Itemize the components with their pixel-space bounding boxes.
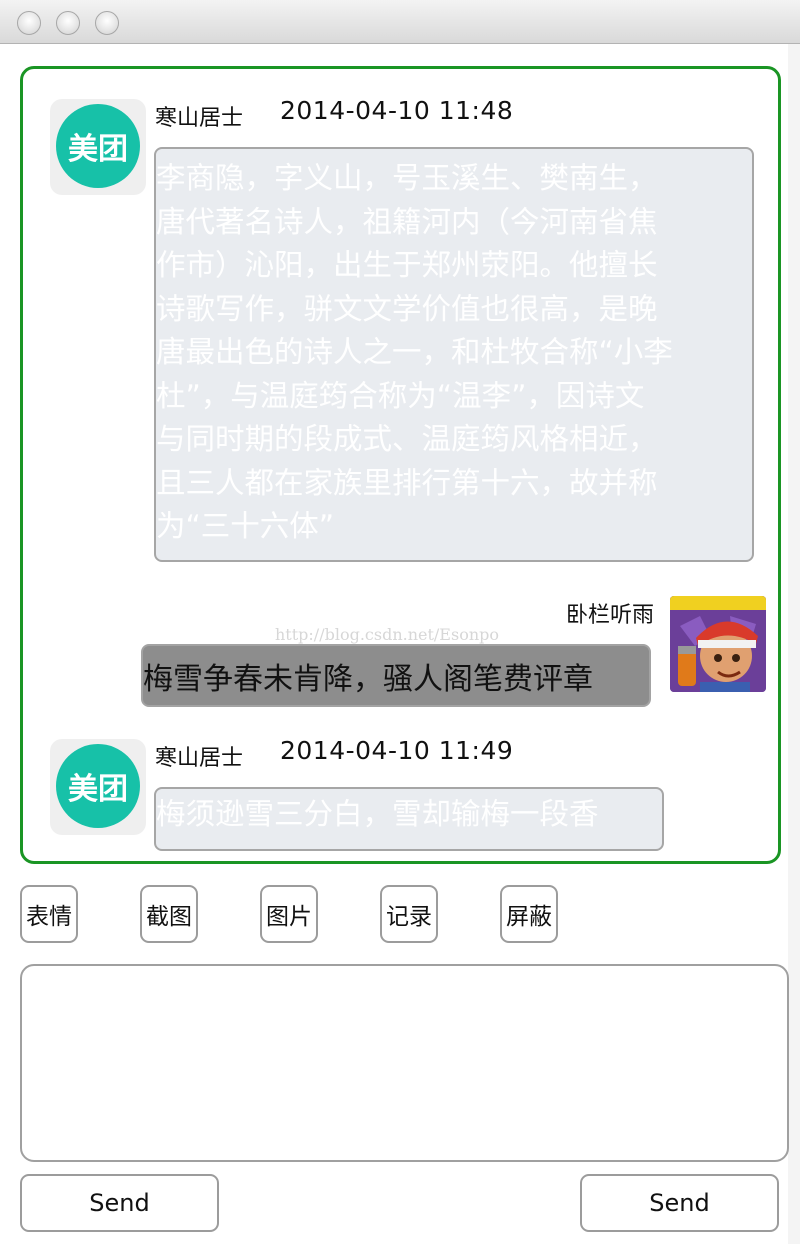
message-line: 诗歌写作，骈文文学价值也很高，是晚 <box>156 291 658 326</box>
sender-name: 寒山居士 <box>155 106 244 131</box>
send-button-right[interactable]: Send <box>580 1174 779 1232</box>
message-text: 梅须逊雪三分白，雪却输梅一段香 <box>156 797 599 831</box>
block-button[interactable]: 屏蔽 <box>500 885 558 943</box>
message-line: 为“三十六体” <box>156 509 335 543</box>
message-line: 且三人都在家族里排行第十六，故并称 <box>156 465 658 500</box>
message-line: 杜”，与温庭筠合称为“温李”，因诗文 <box>156 378 645 413</box>
outgoing-message-bubble: 梅雪争春未肯降，骚人阁笔费评章 <box>141 644 651 707</box>
watermark-text: http://blog.csdn.net/Esonpo <box>275 625 499 644</box>
sender-avatar[interactable]: 美团 <box>50 99 146 195</box>
game-character-avatar-icon <box>670 596 766 692</box>
window-titlebar <box>0 0 800 44</box>
message-line: 作市）沁阳，出生于郑州荥阳。他擅长 <box>156 248 658 282</box>
emoji-button[interactable]: 表情 <box>20 885 78 943</box>
history-button[interactable]: 记录 <box>380 885 438 943</box>
message-text: 梅雪争春未肯降，骚人阁笔费评章 <box>143 661 593 697</box>
sender-avatar[interactable]: 美团 <box>50 739 146 835</box>
chat-history-panel[interactable]: 美团 寒山居士 2014-04-10 11:48 李商隐，字义山，号玉溪生、樊南… <box>20 66 781 864</box>
incoming-message-bubble: 梅须逊雪三分白，雪却输梅一段香 <box>154 787 664 851</box>
message-timestamp: 2014-04-10 11:49 <box>280 736 514 765</box>
image-button[interactable]: 图片 <box>260 885 318 943</box>
close-window-button[interactable] <box>17 11 41 35</box>
incoming-message-bubble: 李商隐，字义山，号玉溪生、樊南生， 唐代著名诗人，祖籍河内（今河南省焦 作市）沁… <box>154 147 754 562</box>
zoom-window-button[interactable] <box>95 11 119 35</box>
message-line: 与同时期的段成式、温庭筠风格相近， <box>156 422 658 456</box>
meituan-logo-icon: 美团 <box>56 744 140 828</box>
window-edge <box>788 44 800 1244</box>
meituan-logo-icon: 美团 <box>56 104 140 188</box>
message-line: 唐最出色的诗人之一，和杜牧合称“小李 <box>156 335 673 369</box>
my-name: 卧栏听雨 <box>566 603 655 628</box>
send-button-left[interactable]: Send <box>20 1174 219 1232</box>
message-input[interactable] <box>20 964 789 1162</box>
message-line: 李商隐，字义山，号玉溪生、樊南生， <box>156 161 658 195</box>
message-timestamp: 2014-04-10 11:48 <box>280 96 514 125</box>
screenshot-button[interactable]: 截图 <box>140 885 198 943</box>
minimize-window-button[interactable] <box>56 11 80 35</box>
my-avatar[interactable] <box>670 596 766 692</box>
message-line: 唐代著名诗人，祖籍河内（今河南省焦 <box>156 204 658 239</box>
sender-name: 寒山居士 <box>155 746 244 771</box>
